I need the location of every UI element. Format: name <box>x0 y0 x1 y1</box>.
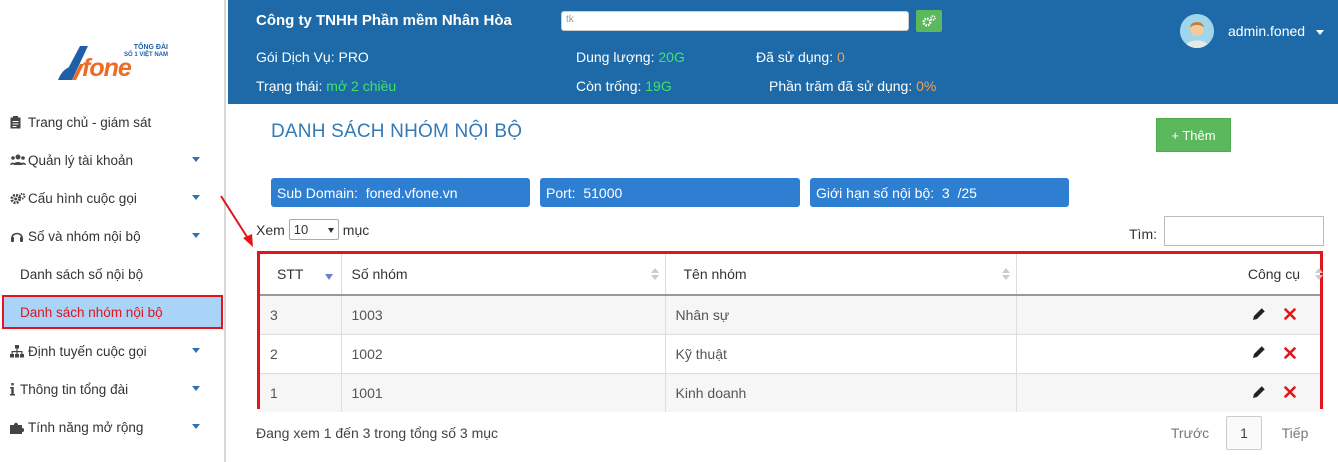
table-row: 1 1001 Kinh doanh <box>260 372 1320 412</box>
chevron-down-icon[interactable] <box>1316 30 1324 35</box>
sidebar-item-call-config[interactable]: Cấu hình cuộc gọi <box>0 179 224 217</box>
sidebar-item-pbx-info[interactable]: Thông tin tổng đài <box>0 370 224 408</box>
cell-tools <box>1016 333 1320 373</box>
cell-tools <box>1016 294 1320 334</box>
chevron-down-icon <box>192 157 200 162</box>
headset-icon <box>10 229 26 243</box>
sidebar-item-label: Cấu hình cuộc gọi <box>28 190 137 206</box>
cell-group-name: Nhân sự <box>665 294 1017 334</box>
sidebar-item-label: Định tuyến cuộc gọi <box>28 343 147 359</box>
chevron-down-icon <box>192 233 200 238</box>
free-space-info: Còn trống: 19G <box>576 78 672 94</box>
column-header-stt[interactable]: STT <box>260 254 342 296</box>
status-info: Trạng thái: mở 2 chiều <box>256 78 397 94</box>
edit-pencil-icon[interactable] <box>1252 345 1266 362</box>
groups-table: STT Số nhóm Tên nhóm Công cụ 3 1003 Nhân… <box>257 251 1323 412</box>
page-title: DANH SÁCH NHÓM NỘI BỘ <box>271 121 523 142</box>
edit-pencil-icon[interactable] <box>1252 307 1266 324</box>
sidebar-subitem-extension-list[interactable]: Danh sách số nội bộ <box>0 255 224 293</box>
annotation-arrow-icon <box>220 195 253 247</box>
cell-group-name: Kinh doanh <box>665 372 1017 412</box>
sidebar-item-label: Tính năng mở rộng <box>28 419 144 435</box>
header-search-button[interactable] <box>916 10 942 32</box>
sort-icon <box>1001 268 1010 282</box>
capacity-info: Dung lượng: 20G <box>576 49 685 65</box>
add-button[interactable]: + Thêm <box>1156 118 1231 152</box>
cell-group-number: 1003 <box>341 294 666 334</box>
subdomain-badge: Sub Domain: foned.vfone.vn <box>271 178 530 207</box>
cogs-icon <box>10 191 26 205</box>
sidebar-item-label: Thông tin tổng đài <box>20 381 129 397</box>
limit-badge: Giới hạn số nội bộ: 3 /25 <box>810 178 1069 207</box>
sort-icon <box>650 268 659 282</box>
percent-used-info: Phần trăm đã sử dụng: 0% <box>769 78 937 94</box>
column-header-group-name[interactable]: Tên nhóm <box>665 254 1017 296</box>
paging-info: Đang xem 1 đến 3 trong tổng số 3 mục <box>256 425 499 441</box>
cell-group-name: Kỹ thuật <box>665 333 1017 373</box>
sort-icon <box>1315 268 1323 282</box>
table-row: 2 1002 Kỹ thuật <box>260 333 1320 373</box>
cell-stt: 1 <box>260 372 342 412</box>
delete-x-icon[interactable] <box>1284 307 1296 323</box>
prev-page-button[interactable]: Trước <box>1160 416 1220 450</box>
cell-stt: 3 <box>260 294 342 334</box>
cell-tools <box>1016 372 1320 412</box>
search-input[interactable] <box>1164 216 1324 246</box>
logo-tagline: TỔNG ĐÀI <box>133 44 168 51</box>
puzzle-icon <box>10 420 26 434</box>
sidebar-item-label: Danh sách nhóm nội bộ <box>20 304 163 320</box>
column-header-tools[interactable]: Công cụ <box>1016 254 1323 296</box>
company-name: Công ty TNHH Phần mềm Nhân Hòa <box>256 12 512 29</box>
chevron-down-icon <box>327 228 334 233</box>
delete-x-icon[interactable] <box>1284 346 1296 362</box>
port-badge: Port: 51000 <box>540 178 800 207</box>
page-length-control: Xem 10 mục <box>256 219 369 240</box>
column-header-group-number[interactable]: Số nhóm <box>341 254 666 296</box>
sort-desc-icon <box>324 274 333 280</box>
sidebar-item-call-routing[interactable]: Định tuyến cuộc gọi <box>0 332 224 370</box>
users-icon <box>10 153 26 167</box>
next-page-button[interactable]: Tiếp <box>1270 416 1320 450</box>
username-menu[interactable]: admin.foned <box>1228 23 1305 39</box>
sidebar-subitem-group-list[interactable]: Danh sách nhóm nội bộ <box>2 295 223 329</box>
page-length-select[interactable]: 10 <box>288 219 339 240</box>
entries-label: mục <box>342 221 370 238</box>
cogs-icon <box>922 15 936 27</box>
chevron-down-icon <box>192 386 200 391</box>
cell-group-number: 1001 <box>341 372 666 412</box>
cell-group-number: 1002 <box>341 333 666 373</box>
sidebar-item-extensions[interactable]: Số và nhóm nội bộ <box>0 217 224 255</box>
sidebar-item-accounts[interactable]: Quản lý tài khoản <box>0 141 224 179</box>
page-button-1[interactable]: 1 <box>1226 416 1262 450</box>
chevron-down-icon <box>192 348 200 353</box>
sidebar-item-label: Trang chủ - giám sát <box>28 114 152 130</box>
sidebar-item-label: Quản lý tài khoản <box>28 152 134 168</box>
chevron-down-icon <box>192 424 200 429</box>
top-header: Công ty TNHH Phần mềm Nhân Hòa tk Gói Dị… <box>228 0 1338 104</box>
used-info: Đã sử dụng: 0 <box>756 49 845 65</box>
info-icon <box>10 382 18 396</box>
avatar[interactable] <box>1180 14 1214 48</box>
show-label: Xem <box>256 221 285 238</box>
sidebar: TỔNG ĐÀI SỐ 1 VIỆT NAM fone Trang chủ - … <box>0 0 226 462</box>
sidebar-item-label: Danh sách số nội bộ <box>20 266 144 282</box>
delete-x-icon[interactable] <box>1284 385 1296 401</box>
header-search-input[interactable]: tk <box>561 11 909 31</box>
vfone-logo[interactable]: TỔNG ĐÀI SỐ 1 VIỆT NAM fone <box>58 40 170 86</box>
search-label: Tìm: <box>1129 226 1157 242</box>
chevron-down-icon <box>192 195 200 200</box>
sidebar-item-extensions-features[interactable]: Tính năng mở rộng <box>0 408 224 446</box>
cell-stt: 2 <box>260 333 342 373</box>
search-placeholder: tk <box>566 14 574 25</box>
sitemap-icon <box>10 344 26 358</box>
edit-pencil-icon[interactable] <box>1252 385 1266 402</box>
clipboard-icon <box>10 115 26 129</box>
logo-word: fone <box>82 54 132 82</box>
service-package: Gói Dịch Vụ: PRO <box>256 49 369 65</box>
sidebar-item-label: Số và nhóm nội bộ <box>28 228 141 244</box>
table-row: 3 1003 Nhân sự <box>260 294 1320 334</box>
sidebar-item-dashboard[interactable]: Trang chủ - giám sát <box>0 103 224 141</box>
